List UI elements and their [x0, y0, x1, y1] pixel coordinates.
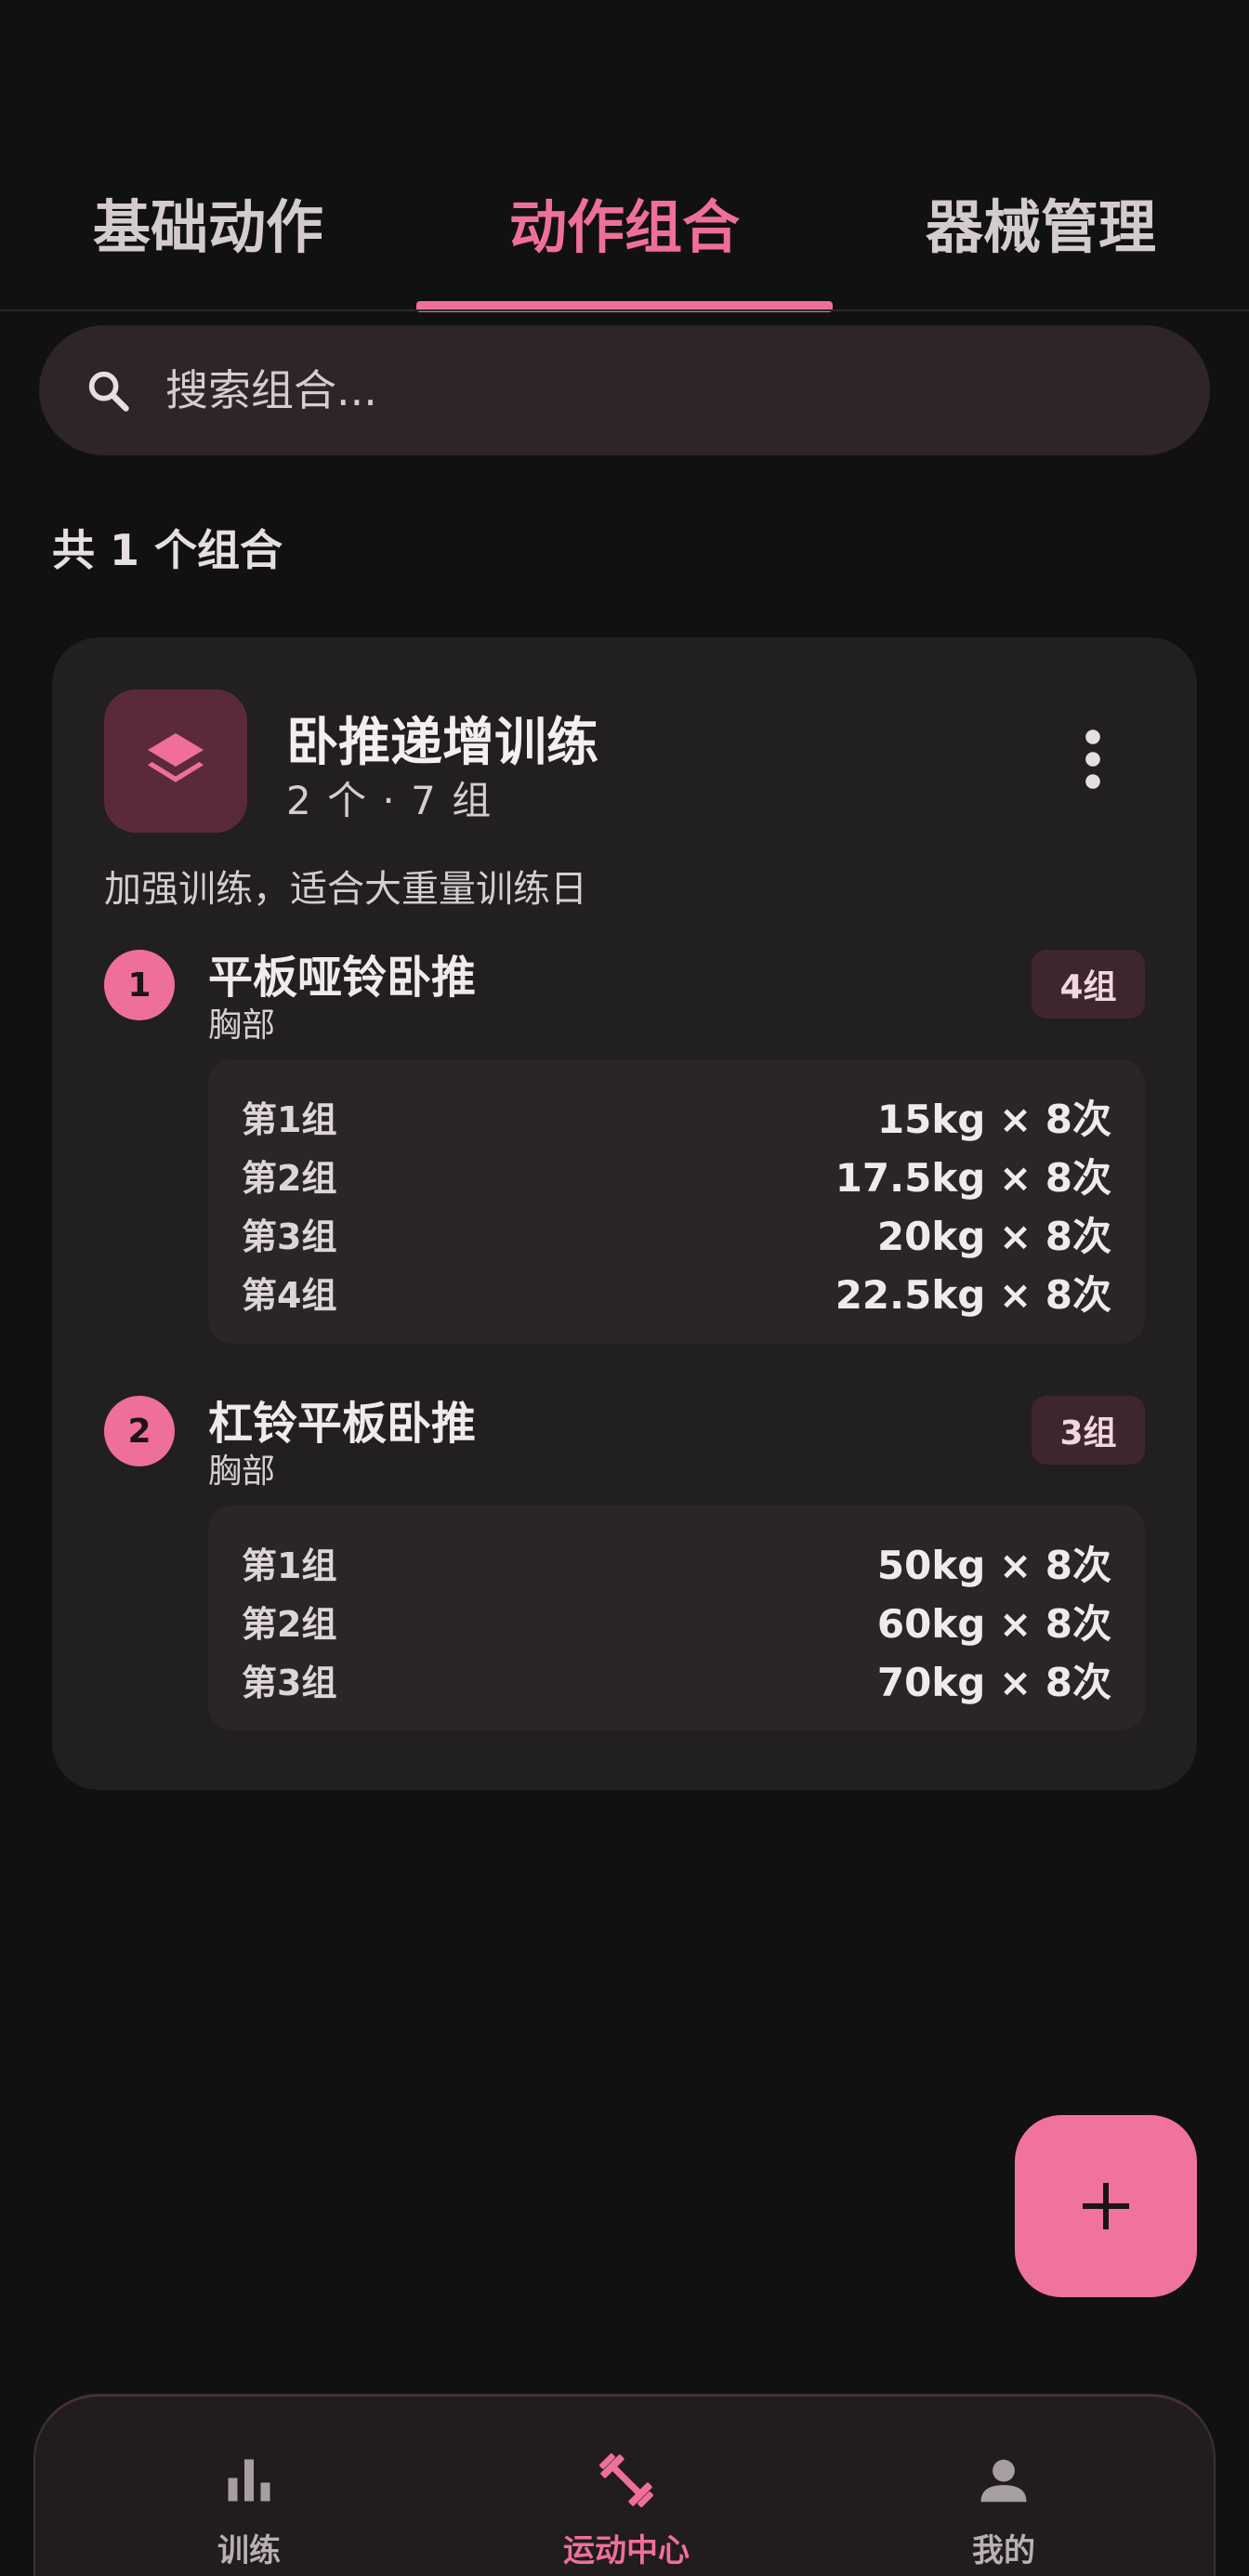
exercise-body-part: 胸部	[208, 1452, 276, 1491]
exercise-name: 杠铃平板卧推	[208, 1398, 477, 1450]
app-screen: 基础动作 动作组合 器械管理 共 1 个组合 卧推递增训练 2 个 · 7 组 …	[0, 0, 1249, 2576]
nav-item-training[interactable]: 训练	[110, 2443, 388, 2570]
more-options-button[interactable]	[1065, 717, 1121, 801]
nav-item-profile[interactable]: 我的	[864, 2443, 1143, 2570]
combo-title: 卧推递增训练	[286, 713, 598, 773]
plus-icon	[1083, 2183, 1129, 2229]
exercise-number: 1	[104, 950, 175, 1020]
set-row: 第3组 20kg × 8次	[242, 1214, 1111, 1259]
more-vert-icon	[1085, 729, 1100, 789]
tab-equipment[interactable]: 器械管理	[833, 158, 1249, 312]
sets-list: 第1组 15kg × 8次 第2组 17.5kg × 8次 第3组 20kg × 8次…	[208, 1059, 1145, 1344]
top-tabs: 基础动作 动作组合 器械管理	[0, 158, 1249, 312]
search-input[interactable]	[165, 365, 1095, 415]
sets-list: 第1组 50kg × 8次 第2组 60kg × 8次 第3组 70kg × 8次	[208, 1505, 1145, 1730]
dumbbell-icon	[487, 2443, 766, 2517]
combo-card[interactable]: 卧推递增训练 2 个 · 7 组 加强训练，适合大重量训练日 1 平板哑铃卧推 …	[52, 637, 1197, 1790]
set-row: 第4组 22.5kg × 8次	[242, 1272, 1111, 1318]
tab-action-combos[interactable]: 动作组合	[416, 158, 833, 312]
combo-subtitle: 2 个 · 7 组	[286, 778, 493, 823]
bottom-nav: 训练 运动中心 我的	[33, 2394, 1216, 2576]
set-row: 第3组 70kg × 8次	[242, 1660, 1111, 1705]
add-combo-button[interactable]	[1015, 2115, 1197, 2297]
bar-chart-icon	[110, 2443, 388, 2517]
set-row: 第1组 50kg × 8次	[242, 1543, 1111, 1588]
tab-basic-actions[interactable]: 基础动作	[0, 158, 416, 312]
exercise-number: 2	[104, 1396, 175, 1466]
search-bar[interactable]	[39, 325, 1210, 455]
tabs-divider	[0, 309, 1249, 311]
set-count-badge: 4组	[1032, 950, 1145, 1019]
combo-count: 共 1 个组合	[52, 525, 283, 575]
layers-icon	[104, 690, 247, 833]
set-count-badge: 3组	[1032, 1396, 1145, 1465]
set-row: 第2组 60kg × 8次	[242, 1601, 1111, 1647]
search-icon	[82, 364, 134, 416]
nav-item-sports-center[interactable]: 运动中心	[487, 2443, 766, 2570]
combo-description: 加强训练，适合大重量训练日	[104, 868, 587, 911]
exercise-body-part: 胸部	[208, 1006, 276, 1045]
person-icon	[864, 2443, 1143, 2517]
set-row: 第2组 17.5kg × 8次	[242, 1155, 1111, 1201]
set-row: 第1组 15kg × 8次	[242, 1097, 1111, 1142]
exercise-name: 平板哑铃卧推	[208, 952, 477, 1004]
